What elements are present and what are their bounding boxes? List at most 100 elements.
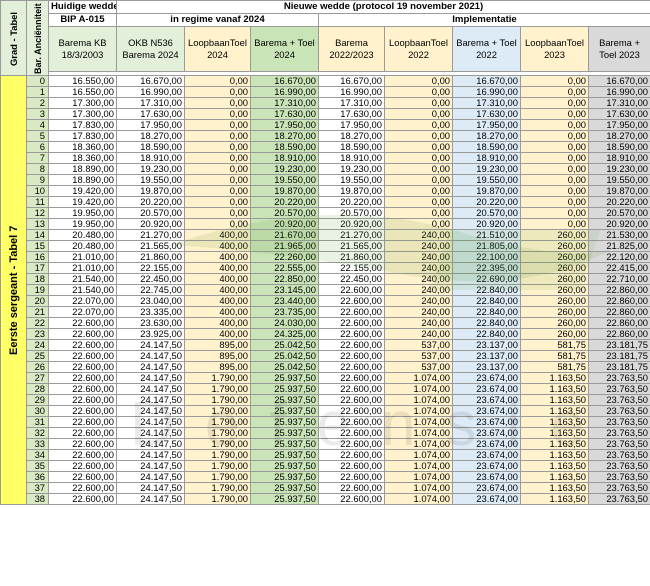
cell-barema-toel-2023: 18.270,00	[587, 130, 650, 142]
cell-barema-2003: 17.830,00	[48, 130, 117, 142]
cell-barema-2003: 18.890,00	[48, 163, 117, 175]
cell-okb-2024: 21.860,00	[116, 251, 185, 263]
cell-barema-toel-2023: 22.860,00	[587, 317, 650, 329]
cell-barema-2022-2023: 22.600,00	[318, 427, 385, 439]
cell-barema-toel-2022: 23.674,00	[452, 416, 521, 428]
cell-barema-toel-2022: 23.674,00	[452, 394, 521, 406]
cell-barema-2022-2023: 22.600,00	[318, 317, 385, 329]
cell-loopbaantoel-2024: 0,00	[184, 130, 251, 142]
cell-barema-toel-2022: 23.137,00	[452, 339, 521, 351]
cell-loopbaantoel-2024: 400,00	[184, 251, 251, 263]
huidige-wedde-header: Huidige wedde	[48, 0, 117, 14]
table-row: 20 22.070,00 23.040,00 400,00 23.440,00 22.60…	[1, 295, 650, 307]
cell-barema-toel-2022: 20.220,00	[452, 196, 521, 208]
cell-barema-2022-2023: 22.600,00	[318, 295, 385, 307]
cell-barema-toel-2022: 23.674,00	[452, 460, 521, 472]
col-header-barema-toel-2024: Barema + Toel 2024	[250, 26, 319, 72]
cell-loopbaantoel-2024: 1.790,00	[184, 460, 251, 472]
cell-loopbaantoel-2022: 1.074,00	[384, 482, 453, 494]
anciennity-cell: 33	[26, 438, 49, 450]
cell-barema-toel-2022: 22.100,00	[452, 251, 521, 263]
cell-barema-2003: 19.950,00	[48, 207, 117, 219]
cell-barema-2003: 19.420,00	[48, 196, 117, 208]
cell-barema-2003: 22.600,00	[48, 482, 117, 494]
table-row: 18 21.540,00 22.450,00 400,00 22.850,00 22.45…	[1, 273, 650, 285]
cell-okb-2024: 18.590,00	[116, 141, 185, 153]
cell-barema-toel-2022: 17.630,00	[452, 108, 521, 120]
cell-barema-2003: 22.600,00	[48, 427, 117, 439]
cell-barema-2003: 22.600,00	[48, 328, 117, 340]
cell-barema-toel-2022: 21.510,00	[452, 229, 521, 241]
cell-okb-2024: 21.270,00	[116, 229, 185, 241]
cell-loopbaantoel-2022: 0,00	[384, 119, 453, 131]
cell-barema-toel-2024: 25.937,50	[250, 460, 319, 472]
cell-loopbaantoel-2024: 1.790,00	[184, 471, 251, 483]
cell-barema-toel-2023: 19.870,00	[587, 185, 650, 197]
cell-loopbaantoel-2022: 1.074,00	[384, 460, 453, 472]
cell-loopbaantoel-2023: 1.163,50	[520, 427, 589, 439]
cell-loopbaantoel-2022: 537,00	[384, 361, 453, 373]
cell-barema-2003: 22.600,00	[48, 361, 117, 373]
cell-okb-2024: 22.155,00	[116, 262, 185, 274]
cell-okb-2024: 23.335,00	[116, 306, 185, 318]
table-row: 6 18.360,00 18.590,00 0,00 18.590,00 18.590,0…	[1, 141, 650, 153]
cell-barema-2003: 21.010,00	[48, 262, 117, 274]
cell-barema-toel-2023: 20.220,00	[587, 196, 650, 208]
anciennity-cell: 18	[26, 273, 49, 285]
cell-loopbaantoel-2024: 0,00	[184, 119, 251, 131]
cell-loopbaantoel-2024: 0,00	[184, 207, 251, 219]
cell-barema-toel-2023: 23.181,75	[587, 350, 650, 362]
cell-barema-toel-2024: 20.920,00	[250, 218, 319, 230]
cell-barema-toel-2022: 18.910,00	[452, 152, 521, 164]
cell-barema-toel-2024: 17.630,00	[250, 108, 319, 120]
cell-barema-toel-2024: 25.937,50	[250, 493, 319, 505]
table-row: 27 22.600,00 24.147,50 1.790,00 25.937,50 22.…	[1, 372, 650, 384]
cell-loopbaantoel-2022: 1.074,00	[384, 438, 453, 450]
cell-barema-toel-2024: 25.937,50	[250, 416, 319, 428]
cell-barema-2003: 20.480,00	[48, 229, 117, 241]
cell-barema-2022-2023: 22.600,00	[318, 394, 385, 406]
cell-barema-toel-2022: 23.674,00	[452, 482, 521, 494]
cell-barema-toel-2023: 22.860,00	[587, 295, 650, 307]
salary-table-sheet: Grad - Tabel Bar. Anciënniteit Huidige w…	[0, 0, 650, 586]
cell-barema-2022-2023: 22.600,00	[318, 482, 385, 494]
cell-loopbaantoel-2022: 240,00	[384, 240, 453, 252]
cell-barema-2022-2023: 17.630,00	[318, 108, 385, 120]
cell-barema-2022-2023: 22.450,00	[318, 273, 385, 285]
cell-barema-toel-2022: 22.395,00	[452, 262, 521, 274]
table-row: 4 17.830,00 17.950,00 0,00 17.950,00 17.950,0…	[1, 119, 650, 131]
cell-barema-toel-2022: 17.950,00	[452, 119, 521, 131]
cell-loopbaantoel-2022: 1.074,00	[384, 449, 453, 461]
cell-loopbaantoel-2022: 0,00	[384, 86, 453, 98]
cell-barema-2003: 22.600,00	[48, 438, 117, 450]
cell-barema-2003: 17.300,00	[48, 108, 117, 120]
cell-okb-2024: 21.565,00	[116, 240, 185, 252]
cell-loopbaantoel-2022: 0,00	[384, 152, 453, 164]
cell-okb-2024: 20.920,00	[116, 218, 185, 230]
cell-barema-toel-2023: 18.590,00	[587, 141, 650, 153]
cell-okb-2024: 19.230,00	[116, 163, 185, 175]
table-row: 37 22.600,00 24.147,50 1.790,00 25.937,50 22.…	[1, 482, 650, 494]
cell-loopbaantoel-2023: 0,00	[520, 207, 589, 219]
anciennity-cell: 12	[26, 207, 49, 219]
cell-barema-toel-2022: 17.310,00	[452, 97, 521, 109]
cell-barema-toel-2023: 23.181,75	[587, 361, 650, 373]
cell-barema-2022-2023: 20.920,00	[318, 218, 385, 230]
col-header-loopbaantoel-2022: LoopbaanToel 2022	[384, 26, 453, 72]
table-row: 10 19.420,00 19.870,00 0,00 19.870,00 19.870,…	[1, 185, 650, 197]
cell-barema-toel-2023: 16.990,00	[587, 86, 650, 98]
anciennity-cell: 2	[26, 97, 49, 109]
cell-barema-2003: 22.070,00	[48, 295, 117, 307]
cell-okb-2024: 17.950,00	[116, 119, 185, 131]
cell-barema-2022-2023: 22.600,00	[318, 361, 385, 373]
cell-loopbaantoel-2024: 1.790,00	[184, 493, 251, 505]
cell-loopbaantoel-2023: 0,00	[520, 163, 589, 175]
anciennity-cell: 29	[26, 394, 49, 406]
anciennity-cell: 37	[26, 482, 49, 494]
cell-barema-toel-2022: 23.674,00	[452, 493, 521, 505]
cell-barema-2022-2023: 16.990,00	[318, 86, 385, 98]
cell-barema-toel-2024: 18.910,00	[250, 152, 319, 164]
cell-barema-2003: 16.550,00	[48, 86, 117, 98]
cell-barema-2022-2023: 22.600,00	[318, 306, 385, 318]
cell-loopbaantoel-2023: 1.163,50	[520, 405, 589, 417]
